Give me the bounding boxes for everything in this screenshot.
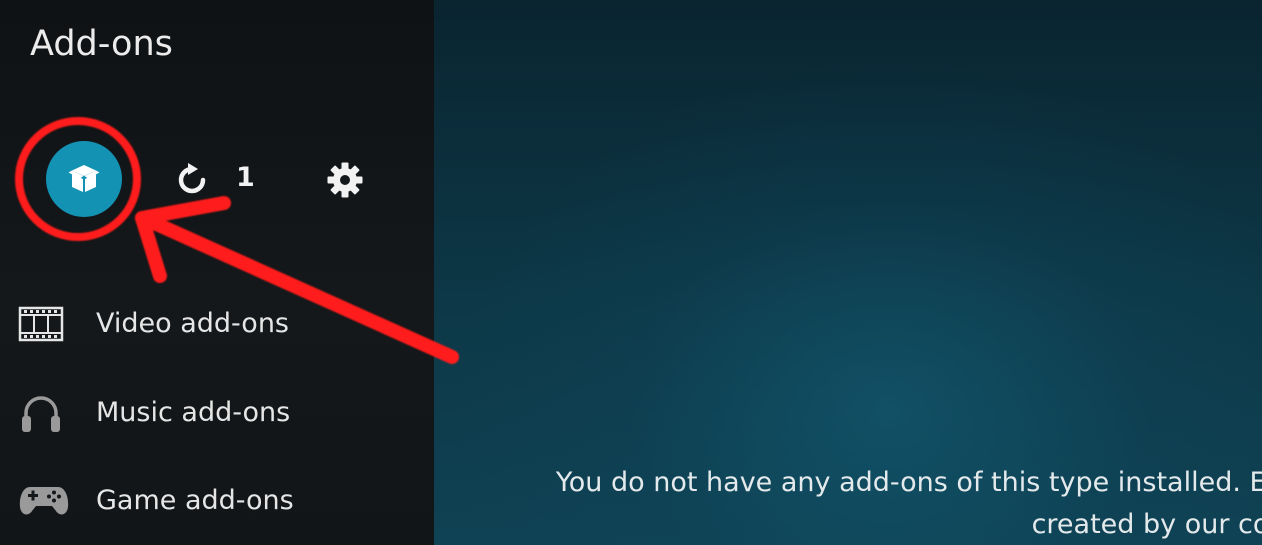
check-updates-button[interactable]: 1: [174, 160, 264, 200]
film-strip-icon: [18, 306, 64, 342]
gamepad-icon: [19, 487, 69, 515]
refresh-icon: [178, 163, 206, 194]
gear-icon: [327, 162, 363, 198]
sidebar: Add-ons 1 Video add-ons Music add-ons Ga…: [0, 0, 434, 545]
menu-item-label: Music add-ons: [96, 397, 291, 428]
update-count: 1: [236, 162, 255, 193]
menu-item-label: Game add-ons: [96, 485, 294, 516]
menu-item-label: Video add-ons: [96, 308, 289, 339]
menu-item-game-addons[interactable]: Game add-ons: [0, 465, 434, 537]
menu-item-music-addons[interactable]: Music add-ons: [0, 377, 434, 449]
menu-item-video-addons[interactable]: Video add-ons: [0, 288, 434, 360]
empty-message-line-2: created by our comm: [1031, 509, 1262, 540]
page-title: Add-ons: [30, 24, 173, 64]
settings-button[interactable]: [325, 160, 365, 200]
content-area: You do not have any add-ons of this type…: [434, 0, 1262, 545]
empty-state-message: You do not have any add-ons of this type…: [502, 462, 1262, 545]
addon-browser-button[interactable]: [46, 141, 122, 217]
empty-message-line-1: You do not have any add-ons of this type…: [555, 467, 1262, 498]
kodi-addons-window: Add-ons 1 Video add-ons Music add-ons Ga…: [0, 0, 1262, 545]
headphones-icon: [22, 396, 60, 432]
open-box-icon: [68, 165, 100, 192]
